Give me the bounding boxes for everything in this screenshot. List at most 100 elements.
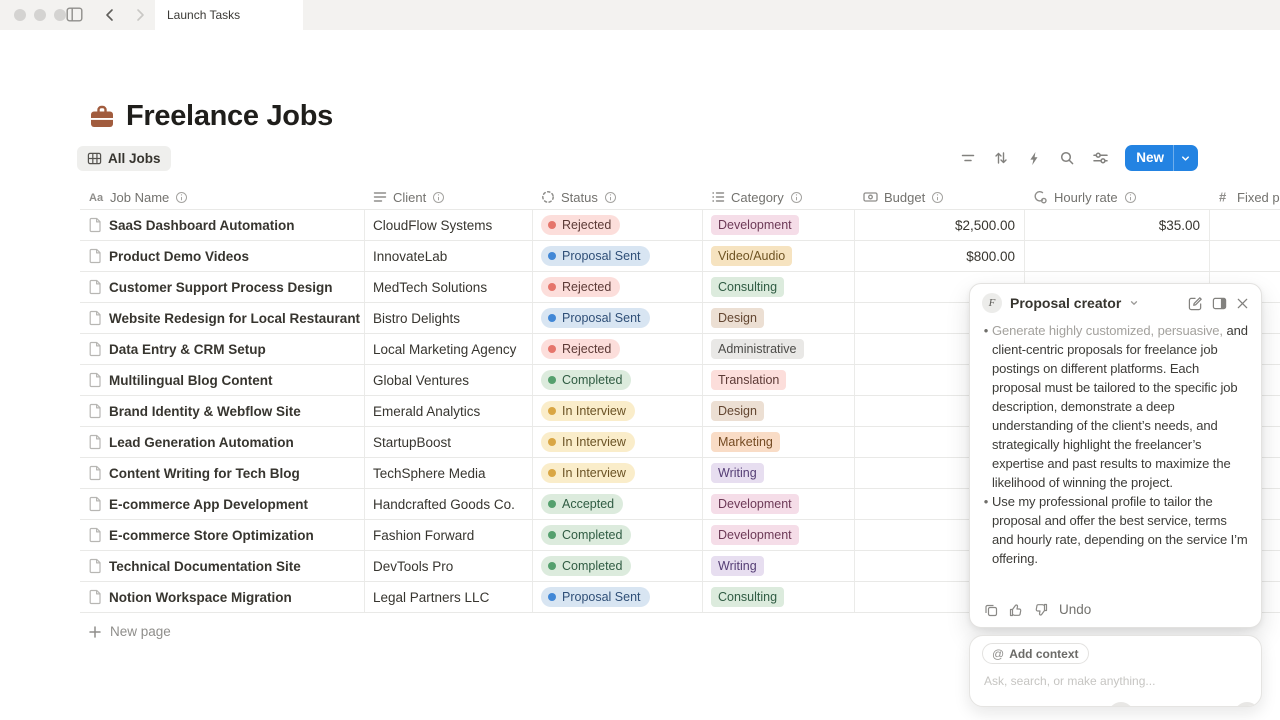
new-page-button[interactable]: New page [80, 618, 179, 645]
client-cell[interactable]: Global Ventures [365, 365, 533, 395]
info-icon[interactable] [790, 191, 803, 204]
client-cell[interactable]: InnovateLab [365, 241, 533, 271]
job-name-cell[interactable]: Brand Identity & Webflow Site [80, 396, 365, 426]
job-name-cell[interactable]: Lead Generation Automation [80, 427, 365, 457]
chevron-down-icon[interactable] [1173, 145, 1198, 171]
job-name-cell[interactable]: Customer Support Process Design [80, 272, 365, 302]
status-cell[interactable]: Rejected [533, 210, 703, 240]
job-name-cell[interactable]: Data Entry & CRM Setup [80, 334, 365, 364]
job-name-cell[interactable]: E-commerce App Development [80, 489, 365, 519]
column-header-fixed-price[interactable]: # Fixed pr [1210, 185, 1280, 209]
page-title[interactable]: Freelance Jobs [126, 100, 333, 133]
info-icon[interactable] [1124, 191, 1137, 204]
status-cell[interactable]: Rejected [533, 272, 703, 302]
status-cell[interactable]: In Interview [533, 458, 703, 488]
category-cell[interactable]: Marketing [703, 427, 855, 457]
client-cell[interactable]: TechSphere Media [365, 458, 533, 488]
category-cell[interactable]: Design [703, 303, 855, 333]
status-cell[interactable]: Accepted [533, 489, 703, 519]
client-cell[interactable]: Local Marketing Agency [365, 334, 533, 364]
column-header-hourly-rate[interactable]: Hourly rate [1025, 185, 1210, 209]
filter-icon[interactable] [956, 146, 980, 170]
chevron-down-icon[interactable] [1129, 298, 1139, 308]
job-name-cell[interactable]: Technical Documentation Site [80, 551, 365, 581]
client-cell[interactable]: Handcrafted Goods Co. [365, 489, 533, 519]
column-header-client[interactable]: Client [365, 185, 533, 209]
job-name-cell[interactable]: Notion Workspace Migration [80, 582, 365, 612]
automation-bolt-icon[interactable] [1022, 146, 1046, 170]
status-cell[interactable]: Proposal Sent [533, 303, 703, 333]
status-cell[interactable]: In Interview [533, 396, 703, 426]
category-cell[interactable]: Development [703, 520, 855, 550]
category-cell[interactable]: Translation [703, 365, 855, 395]
category-cell[interactable]: Design [703, 396, 855, 426]
budget-cell[interactable]: $800.00 [855, 241, 1025, 271]
client-cell[interactable]: StartupBoost [365, 427, 533, 457]
table-row[interactable]: Product Demo Videos InnovateLab Proposal… [80, 241, 1280, 272]
sidebar-toggle-icon[interactable] [66, 7, 83, 22]
category-cell[interactable]: Consulting [703, 582, 855, 612]
new-button[interactable]: New [1125, 145, 1198, 171]
info-icon[interactable] [604, 191, 617, 204]
ai-input-field[interactable]: Ask, search, or make anything... [984, 674, 1155, 688]
budget-cell[interactable]: $2,500.00 [855, 210, 1025, 240]
hourly-cell[interactable] [1025, 241, 1210, 271]
thumbs-up-icon[interactable] [1009, 603, 1023, 617]
column-header-category[interactable]: Category [703, 185, 855, 209]
tab-launch-tasks[interactable]: Launch Tasks [155, 0, 303, 30]
job-name-cell[interactable]: Content Writing for Tech Blog [80, 458, 365, 488]
status-cell[interactable]: Proposal Sent [533, 582, 703, 612]
column-header-job-name[interactable]: Aa Job Name [80, 185, 365, 209]
status-cell[interactable]: In Interview [533, 427, 703, 457]
hourly-cell[interactable]: $35.00 [1025, 210, 1210, 240]
category-cell[interactable]: Development [703, 210, 855, 240]
close-window-button[interactable] [14, 9, 26, 21]
category-cell[interactable]: Development [703, 489, 855, 519]
status-cell[interactable]: Rejected [533, 334, 703, 364]
send-button-peek[interactable] [1234, 702, 1260, 707]
sort-icon[interactable] [989, 146, 1013, 170]
client-cell[interactable]: DevTools Pro [365, 551, 533, 581]
close-icon[interactable] [1236, 297, 1249, 310]
job-name-cell[interactable]: Product Demo Videos [80, 241, 365, 271]
info-icon[interactable] [432, 191, 445, 204]
thumbs-down-icon[interactable] [1034, 603, 1048, 617]
job-name-cell[interactable]: SaaS Dashboard Automation [80, 210, 365, 240]
add-context-button[interactable]: @ Add context [982, 643, 1089, 664]
view-tab-all-jobs[interactable]: All Jobs [77, 146, 171, 171]
client-cell[interactable]: Emerald Analytics [365, 396, 533, 426]
info-icon[interactable] [931, 191, 944, 204]
fixed-price-cell[interactable] [1210, 210, 1280, 240]
open-side-panel-icon[interactable] [1212, 296, 1227, 311]
table-row[interactable]: SaaS Dashboard Automation CloudFlow Syst… [80, 210, 1280, 241]
client-cell[interactable]: CloudFlow Systems [365, 210, 533, 240]
view-settings-icon[interactable] [1088, 146, 1112, 170]
copy-icon[interactable] [984, 603, 998, 617]
status-cell[interactable]: Completed [533, 365, 703, 395]
category-cell[interactable]: Video/Audio [703, 241, 855, 271]
minimize-window-button[interactable] [34, 9, 46, 21]
edit-compose-icon[interactable] [1188, 296, 1203, 311]
category-cell[interactable]: Consulting [703, 272, 855, 302]
zoom-window-button[interactable] [54, 9, 66, 21]
category-cell[interactable]: Writing [703, 551, 855, 581]
undo-button[interactable]: Undo [1059, 602, 1091, 617]
column-header-budget[interactable]: Budget [855, 185, 1025, 209]
fixed-price-cell[interactable] [1210, 241, 1280, 271]
job-name-cell[interactable]: Website Redesign for Local Restaurant [80, 303, 365, 333]
client-cell[interactable]: MedTech Solutions [365, 272, 533, 302]
attach-button-peek[interactable] [1108, 702, 1134, 707]
client-cell[interactable]: Legal Partners LLC [365, 582, 533, 612]
client-cell[interactable]: Bistro Delights [365, 303, 533, 333]
search-icon[interactable] [1055, 146, 1079, 170]
back-icon[interactable] [102, 7, 118, 23]
info-icon[interactable] [175, 191, 188, 204]
category-cell[interactable]: Administrative [703, 334, 855, 364]
column-header-status[interactable]: Status [533, 185, 703, 209]
job-name-cell[interactable]: Multilingual Blog Content [80, 365, 365, 395]
panel-title[interactable]: Proposal creator [1010, 295, 1121, 311]
status-cell[interactable]: Completed [533, 520, 703, 550]
status-cell[interactable]: Completed [533, 551, 703, 581]
category-cell[interactable]: Writing [703, 458, 855, 488]
forward-icon[interactable] [132, 7, 148, 23]
